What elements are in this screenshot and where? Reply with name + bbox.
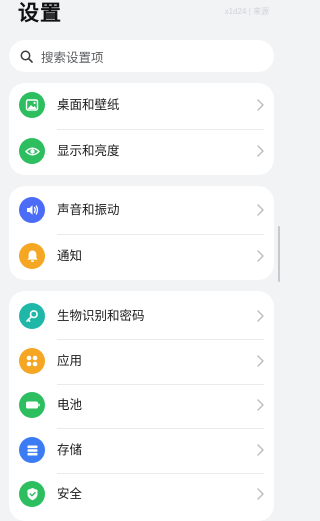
eye-icon	[19, 138, 45, 164]
settings-item-label: 电池	[57, 397, 83, 412]
storage-icon	[19, 437, 45, 463]
apps-grid-icon	[19, 348, 45, 374]
chevron-right-icon	[257, 204, 264, 216]
chevron-right-icon	[257, 99, 264, 111]
chevron-right-icon	[257, 145, 264, 157]
chevron-right-icon	[257, 488, 264, 500]
settings-item-label: 声音和振动	[57, 202, 120, 217]
chevron-right-icon	[257, 310, 264, 322]
settings-item-security[interactable]: 安全	[9, 472, 274, 517]
settings-item-sound[interactable]: 声音和振动	[9, 188, 274, 233]
settings-item-label: 显示和亮度	[57, 143, 120, 158]
page-title: 设置	[18, 1, 62, 25]
scrollbar[interactable]	[278, 226, 280, 282]
settings-item-battery[interactable]: 电池	[9, 383, 274, 428]
shield-icon	[19, 481, 45, 507]
settings-item-apps[interactable]: 应用	[9, 339, 274, 384]
search-input[interactable]: 搜索设置项	[9, 40, 274, 72]
search-placeholder: 搜索设置项	[41, 49, 104, 65]
settings-item-label: 通知	[57, 248, 83, 263]
battery-icon	[19, 392, 45, 418]
wallpaper-icon	[19, 92, 45, 118]
search-icon	[20, 50, 33, 63]
key-icon	[19, 303, 45, 329]
bell-icon	[19, 243, 45, 269]
settings-item-notifications[interactable]: 通知	[9, 234, 274, 279]
settings-group-system: 生物识别和密码 应用 电池 存储 安全	[9, 291, 274, 521]
settings-item-label: 应用	[57, 353, 83, 368]
settings-item-storage[interactable]: 存储	[9, 428, 274, 473]
chevron-right-icon	[257, 444, 264, 456]
chevron-right-icon	[257, 250, 264, 262]
settings-group-sound: 声音和振动 通知	[9, 186, 274, 280]
chevron-right-icon	[257, 355, 264, 367]
settings-item-label: 桌面和壁纸	[57, 97, 120, 112]
speaker-icon	[19, 197, 45, 223]
chevron-right-icon	[257, 399, 264, 411]
watermark: x1d24 | 来源	[224, 7, 269, 16]
settings-item-label: 存储	[57, 442, 83, 457]
settings-item-display[interactable]: 显示和亮度	[9, 129, 274, 174]
settings-item-biometrics[interactable]: 生物识别和密码	[9, 294, 274, 339]
settings-item-wallpaper[interactable]: 桌面和壁纸	[9, 83, 274, 128]
settings-item-label: 安全	[57, 486, 83, 501]
settings-group-display: 桌面和壁纸 显示和亮度	[9, 83, 274, 175]
settings-item-label: 生物识别和密码	[57, 308, 145, 323]
